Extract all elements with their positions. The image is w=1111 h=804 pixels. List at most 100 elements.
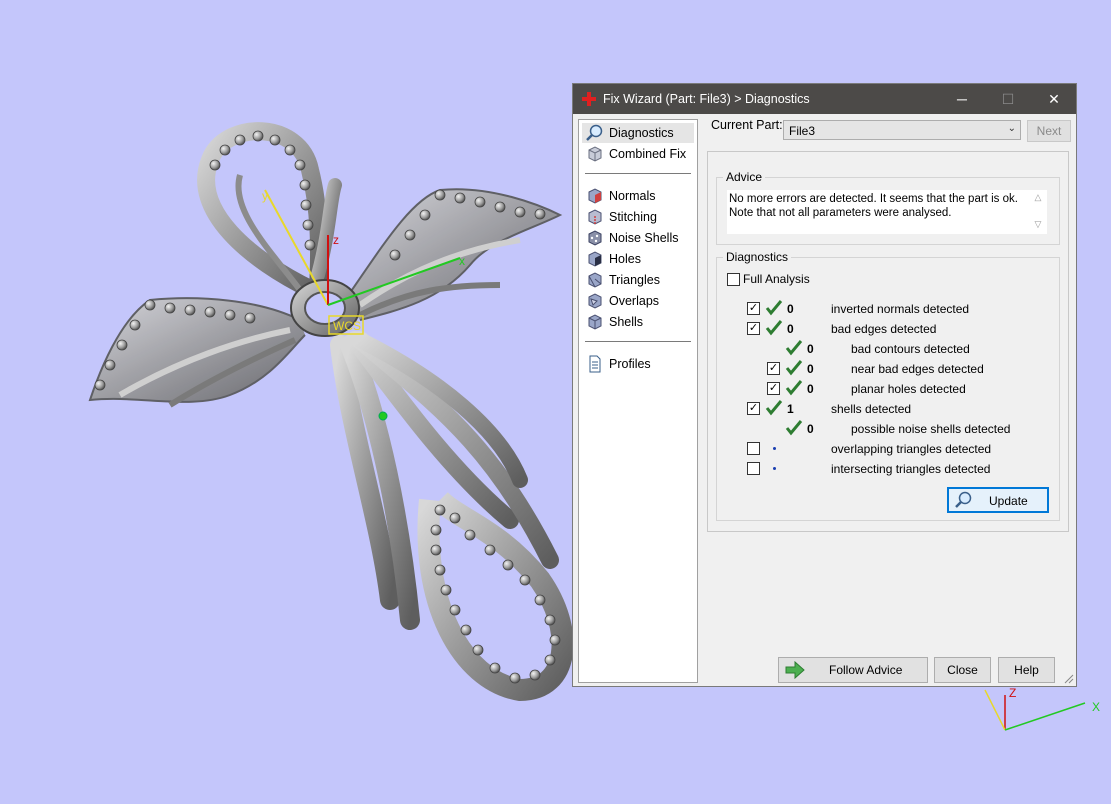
- advice-text: No more errors are detected. It seems th…: [729, 193, 1018, 219]
- nav-label: Diagnostics: [609, 126, 674, 140]
- nav-item-diagnostics[interactable]: Diagnostics: [582, 123, 694, 143]
- close-button[interactable]: Close: [934, 657, 991, 683]
- axis-label-z: z: [333, 233, 339, 247]
- advice-title: Advice: [723, 170, 766, 184]
- nav-label: Triangles: [609, 273, 660, 287]
- axis-label-y: y: [262, 189, 268, 203]
- nav-label: Profiles: [609, 357, 651, 371]
- update-label: Update: [989, 494, 1028, 508]
- bad-contours-label: bad contours detected: [851, 342, 970, 356]
- document-icon: [589, 355, 601, 373]
- cube-icon: [588, 146, 602, 162]
- shells-cube-icon: [588, 314, 602, 330]
- nav-item-profiles[interactable]: Profiles: [582, 354, 694, 374]
- arrow-right-icon: [785, 661, 805, 679]
- pivot-point: [378, 411, 388, 421]
- nav-label: Shells: [609, 315, 644, 329]
- magnifier-icon: [955, 491, 972, 508]
- check-mark-icon: [765, 300, 783, 316]
- check-mark-icon: [785, 380, 803, 396]
- help-button[interactable]: Help: [998, 657, 1055, 683]
- inverted-normals-checkbox[interactable]: ✓: [747, 302, 760, 315]
- intersecting-triangles-checkbox[interactable]: [747, 462, 760, 475]
- advice-scrollbar[interactable]: △ ▽: [1031, 190, 1045, 234]
- corner-axis-x: X: [1092, 700, 1100, 714]
- stitching-cube-icon: [588, 209, 602, 225]
- shells-checkbox[interactable]: ✓: [747, 402, 760, 415]
- follow-advice-label: Follow Advice: [829, 663, 903, 677]
- maximize-button[interactable]: ☐: [985, 84, 1031, 114]
- nav-item-holes[interactable]: Holes: [582, 249, 694, 269]
- update-button[interactable]: Update: [947, 487, 1049, 513]
- chevron-down-icon: ⌄: [1007, 123, 1016, 134]
- intersecting-triangles-label: intersecting triangles detected: [831, 462, 991, 476]
- advice-textbox[interactable]: No more errors are detected. It seems th…: [727, 190, 1047, 234]
- title-bar[interactable]: Fix Wizard (Part: File3) > Diagnostics ─…: [573, 84, 1076, 114]
- overlapping-triangles-label: overlapping triangles detected: [831, 442, 992, 456]
- nav-item-triangles[interactable]: Triangles: [582, 270, 694, 290]
- noise-shells-icon: [588, 230, 602, 246]
- near-bad-edges-checkbox[interactable]: ✓: [767, 362, 780, 375]
- check-mark-icon: [765, 320, 783, 336]
- nav-separator: [585, 341, 691, 342]
- full-analysis-label: Full Analysis: [743, 272, 810, 286]
- holes-cube-icon: [588, 251, 602, 267]
- magnifier-icon: [586, 124, 603, 141]
- nav-item-noise-shells[interactable]: Noise Shells: [582, 228, 694, 248]
- diagnostics-group: Diagnostics Full Analysis ✓ 0 inverted n…: [716, 250, 1060, 521]
- scroll-down-icon[interactable]: ▽: [1031, 219, 1045, 230]
- advice-group: Advice No more errors are detected. It s…: [716, 170, 1060, 245]
- bad-edges-checkbox[interactable]: ✓: [747, 322, 760, 335]
- wcs-label: WCS: [333, 319, 361, 333]
- check-mark-icon: [765, 400, 783, 416]
- next-button[interactable]: Next: [1027, 120, 1071, 142]
- nav-item-stitching[interactable]: Stitching: [582, 207, 694, 227]
- overlaps-cube-icon: [588, 293, 602, 309]
- minimize-button[interactable]: ─: [939, 84, 985, 114]
- inverted-normals-count: 0: [787, 302, 794, 316]
- fix-wizard-dialog: Fix Wizard (Part: File3) > Diagnostics ─…: [572, 83, 1077, 687]
- diagnostics-title: Diagnostics: [723, 250, 792, 264]
- nav-label: Combined Fix: [609, 147, 687, 161]
- corner-axes: Z X: [984, 686, 1100, 731]
- follow-advice-button[interactable]: Follow Advice: [778, 657, 928, 683]
- window-title: Fix Wizard (Part: File3) > Diagnostics: [603, 92, 810, 106]
- not-run-dot-icon: [773, 467, 776, 470]
- scroll-up-icon[interactable]: △: [1031, 192, 1045, 203]
- near-bad-edges-label: near bad edges detected: [851, 362, 984, 376]
- nav-item-shells[interactable]: Shells: [582, 312, 694, 332]
- nav-label: Normals: [609, 189, 656, 203]
- planar-holes-checkbox[interactable]: ✓: [767, 382, 780, 395]
- nav-item-combined-fix[interactable]: Combined Fix: [582, 144, 694, 164]
- near-bad-edges-count: 0: [807, 362, 814, 376]
- check-mark-icon: [785, 360, 803, 376]
- axis-label-x: x: [459, 254, 465, 268]
- nav-label: Holes: [609, 252, 641, 266]
- diagnostics-panel: Advice No more errors are detected. It s…: [707, 151, 1069, 532]
- overlapping-triangles-checkbox[interactable]: [747, 442, 760, 455]
- noise-shells-count: 0: [807, 422, 814, 436]
- full-analysis-checkbox[interactable]: [727, 273, 740, 286]
- check-mark-icon: [785, 340, 803, 356]
- normals-cube-icon: [588, 188, 602, 204]
- nav-item-overlaps[interactable]: Overlaps: [582, 291, 694, 311]
- jewelry-model: [88, 122, 574, 702]
- bad-edges-count: 0: [787, 322, 794, 336]
- resize-grip-icon[interactable]: [1064, 674, 1074, 684]
- bad-edges-label: bad edges detected: [831, 322, 937, 336]
- nav-item-normals[interactable]: Normals: [582, 186, 694, 206]
- close-window-button[interactable]: ✕: [1031, 84, 1077, 114]
- check-mark-icon: [785, 420, 803, 436]
- corner-axis-z: Z: [1009, 686, 1016, 700]
- current-part-select[interactable]: File3 ⌄: [783, 120, 1021, 140]
- bad-contours-count: 0: [807, 342, 814, 356]
- shells-count: 1: [787, 402, 794, 416]
- planar-holes-label: planar holes detected: [851, 382, 966, 396]
- current-part-label: Current Part:: [711, 118, 783, 132]
- nav-label: Stitching: [609, 210, 657, 224]
- red-cross-icon: [582, 92, 596, 106]
- triangles-cube-icon: [588, 272, 602, 288]
- wizard-nav: Diagnostics Combined Fix Normals Stitchi…: [578, 119, 698, 683]
- noise-shells-label: possible noise shells detected: [851, 422, 1011, 436]
- shells-label: shells detected: [831, 402, 912, 416]
